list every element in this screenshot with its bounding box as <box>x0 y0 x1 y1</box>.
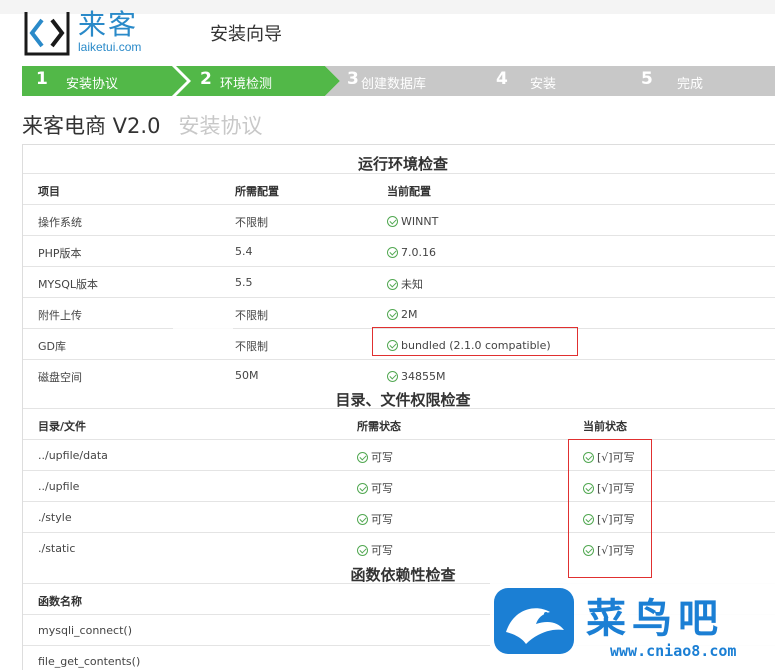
func-col-name: 函数名称 <box>38 595 82 608</box>
step-2: 2 环境检测 <box>172 66 340 96</box>
install-wizard-page: 来客 laiketui.com 安装向导 1 安装协议 2 环境检测 3 创建数… <box>0 0 775 670</box>
permission-highlight-box <box>568 439 652 578</box>
dir-required: 可写 <box>357 449 393 465</box>
env-col-current: 当前配置 <box>387 185 431 198</box>
env-col-item: 项目 <box>38 185 60 198</box>
table-row: PHP版本 5.4 7.0.16 <box>23 235 775 266</box>
env-required: 不限制 <box>235 340 268 353</box>
watermark-cn-text: 菜鸟吧 <box>586 595 724 642</box>
table-row: MYSQL版本 5.5 未知 <box>23 266 775 297</box>
check-circle-icon <box>357 545 368 556</box>
product-subtitle: 安装协议 <box>178 114 263 138</box>
product-name: 来客电商 V2.0 <box>22 114 161 138</box>
table-row: 磁盘空间 50M 34855M <box>23 359 775 390</box>
logo-en-text: laiketui.com <box>78 40 142 54</box>
step-2-number: 2 <box>200 69 212 89</box>
brand-logo: 来客 laiketui.com <box>22 10 141 58</box>
site-watermark: 菜鸟吧 www.cniao8.com <box>490 582 775 670</box>
func-name: file_get_contents() <box>38 655 141 668</box>
step-4-label: 安装 <box>530 77 557 92</box>
step-1: 1 安装协议 <box>22 66 187 96</box>
step-3-label: 创建数据库 <box>361 77 427 92</box>
check-circle-icon <box>387 247 398 258</box>
env-check-title: 运行环境检查 <box>357 155 448 173</box>
dir-required: 可写 <box>357 542 393 558</box>
step-5: 5 完成 <box>615 66 775 96</box>
env-required: 5.5 <box>235 276 253 289</box>
env-item: MYSQL版本 <box>38 278 98 291</box>
step-4-number: 4 <box>496 69 508 89</box>
env-required: 不限制 <box>235 309 268 322</box>
env-current: 7.0.16 <box>387 245 436 259</box>
dir-path: ../upfile/data <box>38 449 108 462</box>
env-item: 操作系统 <box>38 216 82 229</box>
env-current: 2M <box>387 307 418 321</box>
env-required: 5.4 <box>235 245 253 258</box>
dir-required: 可写 <box>357 511 393 527</box>
step-3-number: 3 <box>347 69 359 89</box>
check-circle-icon <box>357 452 368 463</box>
table-row: 操作系统 不限制 WINNT <box>23 204 775 235</box>
table-row: ../upfile/data 可写 [√]可写 <box>23 439 775 470</box>
env-item: 磁盘空间 <box>38 371 82 384</box>
check-circle-icon <box>357 514 368 525</box>
dir-check-title: 目录、文件权限检查 <box>335 391 471 409</box>
func-name: mysqli_connect() <box>38 624 132 637</box>
wizard-title: 安装向导 <box>210 24 282 45</box>
env-item: GD库 <box>38 340 66 353</box>
table-row: ../upfile 可写 [√]可写 <box>23 470 775 501</box>
env-item: 附件上传 <box>38 309 82 322</box>
table-row: 附件上传 不限制 2M <box>23 297 775 328</box>
check-circle-icon <box>357 483 368 494</box>
product-heading: 来客电商 V2.0 安装协议 <box>22 110 262 140</box>
step-5-label: 完成 <box>677 77 704 92</box>
env-current: WINNT <box>387 214 438 228</box>
dir-required: 可写 <box>357 480 393 496</box>
table-row: ./static 可写 [√]可写 <box>23 532 775 563</box>
env-item: PHP版本 <box>38 247 82 260</box>
env-required: 不限制 <box>235 216 268 229</box>
step-1-number: 1 <box>36 69 48 89</box>
check-circle-icon <box>387 309 398 320</box>
wizard-steps: 1 安装协议 2 环境检测 3 创建数据库 4 安装 5 完成 <box>22 66 775 96</box>
step-4: 4 安装 <box>470 66 635 96</box>
gd-highlight-box <box>372 327 578 356</box>
step-1-label: 安装协议 <box>66 77 119 92</box>
check-circle-icon <box>387 216 398 227</box>
env-col-required: 所需配置 <box>235 185 279 198</box>
check-circle-icon <box>387 279 398 290</box>
step-5-number: 5 <box>641 69 653 89</box>
dir-col-path: 目录/文件 <box>38 420 87 433</box>
dir-path: ./static <box>38 542 76 555</box>
edit-smudge <box>273 331 363 351</box>
dir-col-required: 所需状态 <box>357 420 401 433</box>
logo-mark-icon <box>24 12 70 56</box>
dir-path: ../upfile <box>38 480 80 493</box>
env-current: 34855M <box>387 369 445 383</box>
logo-cn-text: 来客 <box>78 8 139 41</box>
step-3: 3 创建数据库 <box>325 66 490 96</box>
table-row: ./style 可写 [√]可写 <box>23 501 775 532</box>
dir-path: ./style <box>38 511 72 524</box>
step-2-label: 环境检测 <box>220 77 273 92</box>
env-current: 未知 <box>387 276 423 292</box>
watermark-url-text: www.cniao8.com <box>610 642 737 660</box>
dir-header-row: 目录/文件 所需状态 当前状态 <box>23 408 775 439</box>
dir-col-current: 当前状态 <box>583 420 627 433</box>
check-circle-icon <box>387 371 398 382</box>
env-header-row: 项目 所需配置 当前配置 <box>23 173 775 204</box>
edit-smudge <box>173 315 233 359</box>
bird-logo-icon <box>494 588 574 654</box>
env-required: 50M <box>235 369 259 382</box>
